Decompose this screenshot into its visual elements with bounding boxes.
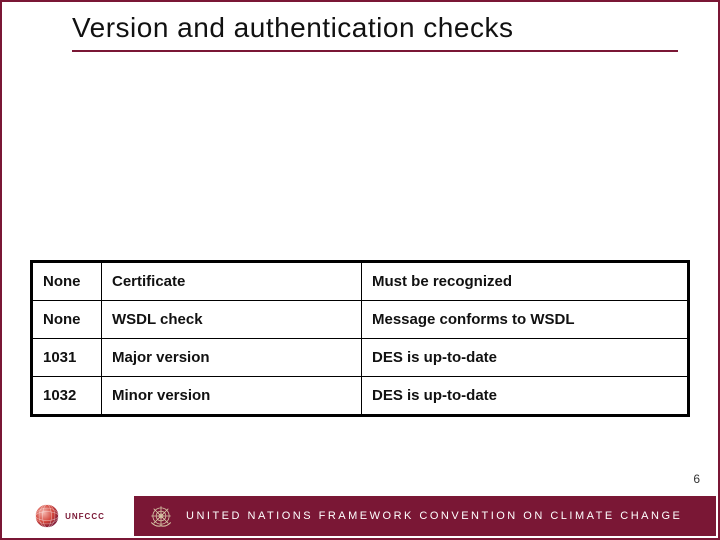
globe-icon — [33, 502, 61, 530]
cell-name: Certificate — [102, 262, 362, 301]
cell-code: 1032 — [32, 377, 102, 416]
table-row: None WSDL check Message conforms to WSDL — [32, 301, 689, 339]
footer: UNFCCC UNITED NATIONS FRAMEWORK CONVENTI… — [4, 496, 716, 536]
cell-desc: DES is up-to-date — [362, 339, 689, 377]
checks-table-wrap: None Certificate Must be recognized None… — [30, 260, 690, 417]
page-title: Version and authentication checks — [72, 12, 678, 52]
cell-desc: DES is up-to-date — [362, 377, 689, 416]
slide: Version and authentication checks None C… — [0, 0, 720, 540]
footer-text: UNITED NATIONS FRAMEWORK CONVENTION ON C… — [186, 510, 682, 522]
cell-name: WSDL check — [102, 301, 362, 339]
cell-desc: Message conforms to WSDL — [362, 301, 689, 339]
page-number: 6 — [693, 472, 700, 486]
title-area: Version and authentication checks — [2, 2, 718, 52]
checks-table: None Certificate Must be recognized None… — [30, 260, 690, 417]
footer-logo-area: UNFCCC — [4, 496, 134, 536]
cell-name: Minor version — [102, 377, 362, 416]
unfccc-acronym: UNFCCC — [65, 512, 105, 521]
footer-bar: UNITED NATIONS FRAMEWORK CONVENTION ON C… — [134, 496, 716, 536]
cell-desc: Must be recognized — [362, 262, 689, 301]
cell-code: None — [32, 262, 102, 301]
table-row: None Certificate Must be recognized — [32, 262, 689, 301]
unfccc-logo: UNFCCC — [33, 502, 105, 530]
cell-code: None — [32, 301, 102, 339]
un-emblem-icon — [148, 503, 174, 529]
table-row: 1031 Major version DES is up-to-date — [32, 339, 689, 377]
cell-code: 1031 — [32, 339, 102, 377]
table-row: 1032 Minor version DES is up-to-date — [32, 377, 689, 416]
cell-name: Major version — [102, 339, 362, 377]
